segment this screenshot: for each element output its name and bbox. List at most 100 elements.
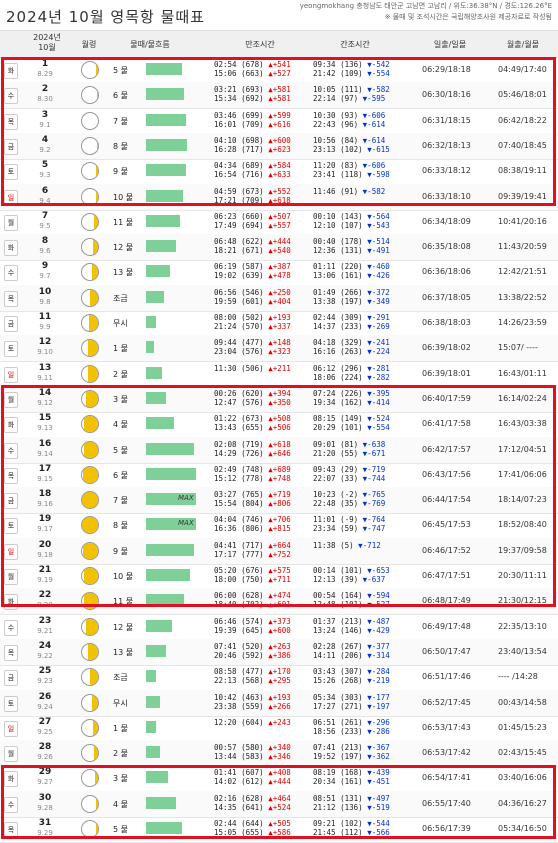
moon-phase-icon: [81, 314, 99, 332]
low-tide-1: 05:34 (303): [313, 692, 363, 702]
high-tide-2: 22:13 (568): [214, 676, 264, 686]
low-tide-1-diff: ▼-377: [367, 641, 390, 651]
table-row: 화 8 9.6 12 물 06:48 (622) ▲+444 18:21 (671) ▲+…: [0, 234, 558, 262]
col-high: 만조시간: [245, 40, 275, 49]
low-tide-1-diff: ▼-241: [367, 338, 390, 348]
high-tide-1: 08:58 (477): [214, 667, 264, 677]
high-tide-times: 08:00 (502) ▲+193 21:24 (570) ▲+337: [214, 313, 291, 331]
table-row: 수 23 9.21 12 물 06:46 (574) ▲+373 19:39 (645) …: [0, 614, 558, 641]
high-tide-1-diff: ▲+148: [268, 338, 291, 348]
moon-phase-icon: [81, 642, 99, 661]
high-tide-2: 13:44 (583): [214, 752, 264, 762]
low-tide-times: 02:28 (267) ▼-377 14:11 (206) ▼-314: [313, 642, 390, 660]
tide-strength-bar: [146, 720, 156, 733]
high-tide-2: 18:21 (671): [214, 246, 264, 256]
moon-phase-icon: [81, 364, 99, 383]
lunar-day: 13: [38, 362, 52, 373]
lunar-date: 9.25: [37, 727, 53, 736]
low-tide-1-diff: ▼-564: [367, 211, 390, 221]
col-low: 간조시간: [340, 40, 370, 49]
highlight-box-2: [1, 385, 556, 607]
high-tide-1-diff: ▲+193: [268, 313, 291, 322]
high-tide-2-diff: ▲+386: [268, 650, 291, 660]
high-tide-1-diff: ▲+211: [268, 363, 291, 373]
page-title: 2024년 10월 영목항 물때표: [6, 8, 205, 26]
low-tide-2-diff: ▼-197: [367, 701, 390, 711]
high-tide-1-diff: ▲+444: [268, 237, 291, 247]
tide-stage: 2 물: [113, 749, 128, 759]
high-tide-times: 00:57 (580) ▲+340 13:44 (583) ▲+346: [214, 743, 291, 761]
low-tide-2-diff: ▼-224: [367, 347, 390, 357]
weekday-badge: 일: [4, 366, 18, 383]
moonrise-moonset: 15:07/ ----: [498, 343, 538, 353]
weekday-badge: 화: [4, 240, 18, 257]
high-tide-1: 07:41 (520): [214, 641, 264, 651]
moonrise-moonset: 16:43/01:11: [498, 368, 547, 378]
high-tide-times: 06:48 (622) ▲+444 18:21 (671) ▲+540: [214, 237, 291, 255]
moon-lit-portion: [94, 213, 98, 230]
moon-phase-icon: [81, 212, 99, 231]
moon-lit-portion: [87, 643, 98, 660]
col-mul: 물때/물흐름: [130, 40, 170, 49]
source-note: ※ 물때 및 조석시간은 국립해양조사원 제공자료로 작성됨: [384, 13, 552, 21]
lunar-date: 9.8: [39, 297, 51, 306]
high-tide-2-diff: ▲+540: [268, 246, 291, 256]
moonrise-moonset: 02:43/15:45: [498, 748, 547, 758]
table-row: 금 25 9.23 조금 08:58 (477) ▲+170 22:13 (568) ▲+…: [0, 664, 558, 692]
lunar-date: 9.26: [37, 753, 53, 762]
low-tide-2-diff: ▼-429: [367, 625, 390, 635]
high-tide-times: 11:30 (506) ▲+211: [214, 364, 291, 373]
high-tide-1-diff: ▲+387: [268, 262, 291, 272]
tide-strength-bar: [146, 670, 156, 683]
tide-stage: 1 물: [113, 344, 128, 354]
moon-phase-icon: [81, 744, 99, 763]
sunrise-sunset: 06:35/18:08: [422, 242, 471, 252]
low-tide-2-diff: ▼-286: [367, 726, 390, 736]
weekday-badge: 금: [4, 316, 18, 332]
tide-strength-bar: [146, 366, 162, 379]
col-date: 2024년 10월: [33, 33, 61, 52]
low-tide-1-diff: ▼-487: [367, 616, 390, 626]
low-tide-2: 19:52 (197): [313, 752, 363, 762]
high-tide-1: 06:56 (546): [214, 287, 264, 297]
high-tide-2: 20:46 (592): [214, 650, 264, 660]
moon-phase-icon: [81, 718, 99, 737]
lunar-date: 9.21: [37, 626, 53, 635]
tide-stage: 무시: [113, 698, 128, 708]
lunar-date: 9.9: [39, 323, 51, 331]
col-sun: 일출/일몰: [433, 40, 467, 49]
table-row: 월 7 9.5 11 물 06:23 (660) ▲+507 17:49 (694) ▲+…: [0, 209, 558, 236]
lunar-date: 9.22: [37, 651, 53, 660]
high-tide-2-diff: ▲+346: [268, 752, 291, 762]
low-tide-times: 00:40 (178) ▼-514 12:36 (131) ▼-491: [313, 237, 390, 255]
low-tide-2-diff: ▼-282: [367, 372, 390, 382]
high-tide-2-diff: ▲+600: [268, 625, 291, 635]
low-tide-2: 18:56 (233): [313, 726, 363, 736]
weekday-badge: 수: [4, 265, 18, 282]
low-tide-1: 02:44 (309): [313, 313, 363, 322]
lunar-day: 12: [38, 337, 52, 348]
moonrise-moonset: 00:43/14:58: [498, 697, 547, 707]
moonrise-moonset: 12:42/21:51: [498, 267, 547, 277]
low-tide-1: 01:49 (266): [313, 287, 363, 297]
lunar-day: 9: [41, 261, 49, 272]
low-tide-2: 18:06 (224): [313, 372, 363, 382]
high-tide-2-diff: ▲+337: [268, 322, 291, 331]
high-tide-1: 06:23 (660): [214, 211, 264, 221]
low-tide-2: 14:11 (206): [313, 650, 363, 660]
high-tide-2-diff: ▲+323: [268, 347, 291, 357]
tide-stage: 조금: [113, 293, 128, 303]
moon-lit-portion: [88, 340, 98, 357]
high-tide-1-diff: ▲+250: [268, 287, 291, 297]
table-row: 목 24 9.22 13 물 07:41 (520) ▲+263 20:46 (592) …: [0, 638, 558, 666]
low-tide-1: 04:18 (329): [313, 338, 363, 348]
moon-phase-icon: [81, 617, 99, 636]
lunar-day: 23: [38, 615, 52, 626]
low-tide-times: 01:11 (220) ▼-460 13:06 (161) ▼-426: [313, 262, 390, 280]
moon-lit-portion: [93, 719, 98, 736]
low-tide-2: 14:37 (233): [313, 322, 363, 331]
lunar-day: 7: [41, 210, 49, 221]
moon-lit-portion: [94, 745, 98, 762]
weekday-badge: 목: [4, 290, 18, 307]
sunrise-sunset: 06:53/17:43: [422, 722, 471, 732]
